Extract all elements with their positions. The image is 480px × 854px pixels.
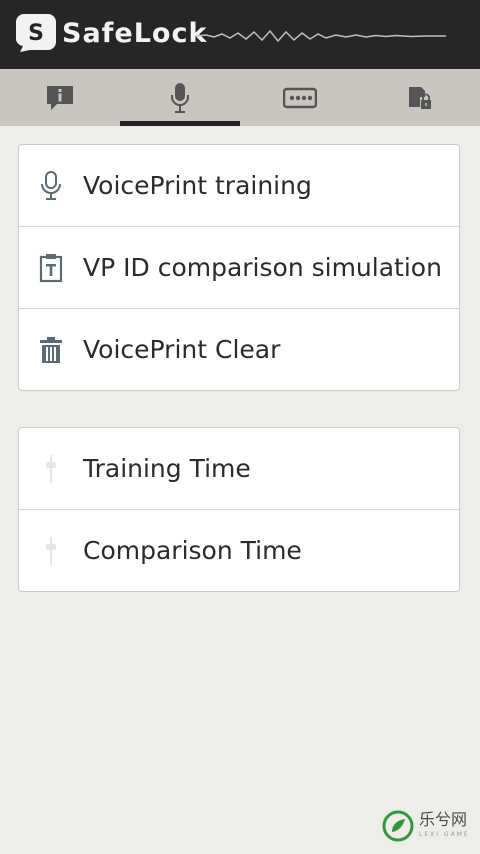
- voiceprint-actions-card: VoicePrint training VP ID comparison sim…: [18, 144, 460, 391]
- timing-settings-card: Training Time Comparison Time: [18, 427, 460, 592]
- list-item-label: Comparison Time: [83, 536, 302, 565]
- list-item-voiceprint-training[interactable]: VoicePrint training: [19, 145, 459, 227]
- svg-text:S: S: [28, 21, 44, 46]
- sound-wave-icon: [196, 29, 446, 43]
- list-item-voiceprint-clear[interactable]: VoicePrint Clear: [19, 309, 459, 390]
- list-item-vp-id-comparison[interactable]: VP ID comparison simulation: [19, 227, 459, 309]
- list-item-label: VoicePrint Clear: [83, 335, 281, 364]
- watermark-subtext: LEXI GAME: [419, 831, 470, 838]
- watermark: 乐兮网 LEXI GAME: [382, 810, 472, 846]
- slider-icon: [46, 537, 56, 565]
- microphone-icon: [171, 82, 189, 113]
- trash-icon: [40, 337, 62, 363]
- device-lock-icon: [409, 86, 431, 109]
- list-item-comparison-time[interactable]: Comparison Time: [19, 510, 459, 591]
- watermark-text: 乐兮网: [419, 810, 468, 829]
- list-item-label: Training Time: [83, 454, 251, 483]
- id-card-icon: [39, 254, 63, 283]
- tab-password[interactable]: [240, 69, 360, 126]
- watermark-logo-icon: [382, 810, 414, 842]
- slider-icon: [46, 455, 56, 483]
- list-item-training-time[interactable]: Training Time: [19, 428, 459, 510]
- microphone-icon: [41, 171, 61, 200]
- list-item-label: VoicePrint training: [83, 171, 312, 200]
- tab-selected-indicator: [120, 121, 240, 126]
- password-dots-icon: [283, 87, 317, 108]
- tab-device-lock[interactable]: [360, 69, 480, 126]
- title-bar: S SafeLock: [0, 0, 480, 69]
- info-bubble-icon: [47, 85, 73, 110]
- app-title: SafeLock: [62, 18, 208, 49]
- tab-voiceprint[interactable]: [120, 69, 240, 126]
- list-item-label: VP ID comparison simulation: [83, 253, 442, 282]
- tab-bar: [0, 69, 480, 126]
- safelock-logo-icon: S: [16, 14, 56, 52]
- tab-info[interactable]: [0, 69, 120, 126]
